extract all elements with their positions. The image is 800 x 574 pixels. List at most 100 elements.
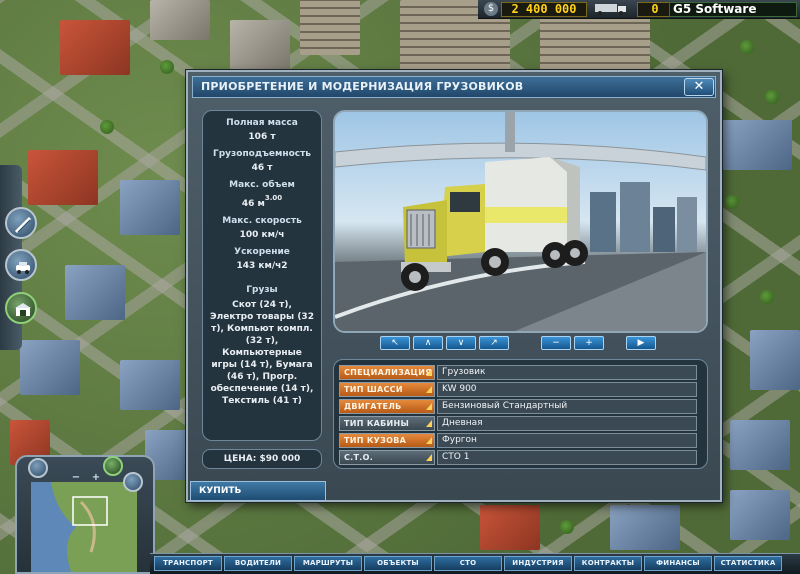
option-row-cabin[interactable]: ТИП КАБИНЫ Дневная	[339, 416, 697, 431]
dialog-title: ПРИОБРЕТЕНИЕ И МОДЕРНИЗАЦИЯ ГРУЗОВИКОВ	[192, 76, 716, 98]
tree	[765, 90, 779, 104]
truck-specs-panel: Полная масса 106 т Грузоподъемность 46 т…	[202, 110, 322, 441]
tree	[725, 195, 739, 209]
option-key-body[interactable]: ТИП КУЗОВА	[339, 433, 435, 448]
menu-contracts[interactable]: КОНТРАКТЫ	[574, 556, 642, 571]
minimap-filter-button[interactable]	[103, 456, 123, 476]
vehicle-tool-button[interactable]	[5, 249, 37, 281]
truck-preview-viewport[interactable]	[333, 110, 708, 333]
minimap-mode-button[interactable]	[28, 458, 48, 478]
menu-industry[interactable]: ИНДУСТРИЯ	[504, 556, 572, 571]
option-row-specialization[interactable]: СПЕЦИАЛИЗАЦИЯ Грузовик	[339, 365, 697, 380]
depot-tool-button[interactable]	[5, 292, 37, 324]
bottom-menu-bar: ТРАНСПОРТ ВОДИТЕЛИ МАРШРУТЫ ОБЪЕКТЫ СТО …	[150, 553, 800, 574]
truck-purchase-dialog: ПРИОБРЕТЕНИЕ И МОДЕРНИЗАЦИЯ ГРУЗОВИКОВ ✕…	[186, 70, 722, 502]
spec-value-gross-weight: 106 т	[248, 132, 276, 142]
money-counter: 2 400 000	[501, 2, 587, 17]
tilt-down-button[interactable]: ∨	[446, 336, 476, 350]
menu-drivers[interactable]: ВОДИТЕЛИ	[224, 556, 292, 571]
corner-arrow-icon	[426, 437, 432, 444]
car-icon	[16, 262, 30, 274]
spec-value-acceleration: 143 км/ч2	[236, 261, 288, 271]
house	[120, 360, 180, 410]
house	[28, 150, 98, 205]
building	[300, 0, 360, 55]
spec-label-max-volume: Макс. объем	[229, 180, 295, 190]
option-value-service: СТО 1	[437, 450, 697, 465]
camera-controls: ↖ ∧ ∨ ↗	[380, 336, 512, 350]
truck-icon	[595, 4, 626, 15]
cargo-list: Скот (24 т), Электро товары (32 т), Комп…	[210, 300, 314, 406]
company-name: G5 Software	[669, 2, 797, 17]
rotate-up-left-button[interactable]: ↖	[380, 336, 410, 350]
road-tool-button[interactable]	[5, 207, 37, 239]
option-value-specialization: Грузовик	[437, 365, 697, 380]
spec-value-max-volume: 46 м3.00	[241, 194, 283, 209]
next-controls: ▶	[626, 336, 659, 350]
tree	[560, 520, 574, 534]
rotate-up-right-button[interactable]: ↗	[479, 336, 509, 350]
volume-superscript: 3.00	[264, 194, 283, 202]
option-value-engine: Бензиновый Стандартный	[437, 399, 697, 414]
zoom-in-button[interactable]: +	[574, 336, 604, 350]
corner-arrow-icon	[426, 386, 432, 393]
house	[610, 505, 680, 550]
option-key-service[interactable]: С.Т.О.	[339, 450, 435, 465]
tree	[160, 60, 174, 74]
menu-transport[interactable]: ТРАНСПОРТ	[154, 556, 222, 571]
spec-value-payload: 46 т	[251, 163, 273, 173]
option-row-chassis[interactable]: ТИП ШАССИ KW 900	[339, 382, 697, 397]
house	[750, 330, 800, 390]
next-truck-button[interactable]: ▶	[626, 336, 656, 350]
option-value-body: Фургон	[437, 433, 697, 448]
spec-value-max-speed: 100 км/ч	[239, 230, 285, 240]
spec-label-acceleration: Ускорение	[234, 247, 290, 257]
minimap-toggle-button[interactable]	[123, 472, 143, 492]
spec-label-gross-weight: Полная масса	[226, 118, 298, 128]
house	[150, 0, 210, 40]
house	[480, 505, 540, 550]
minimap[interactable]	[31, 482, 137, 572]
building	[540, 15, 650, 70]
spec-label-max-speed: Макс. скорость	[222, 216, 302, 226]
dollar-icon: $	[484, 2, 498, 16]
spec-label-payload: Грузоподъемность	[213, 149, 311, 159]
menu-routes[interactable]: МАРШРУТЫ	[294, 556, 362, 571]
minimap-zoom-in-button[interactable]: +	[88, 472, 104, 484]
configuration-options: СПЕЦИАЛИЗАЦИЯ Грузовик ТИП ШАССИ KW 900 …	[333, 359, 708, 469]
tilt-up-button[interactable]: ∧	[413, 336, 443, 350]
option-key-specialization[interactable]: СПЕЦИАЛИЗАЦИЯ	[339, 365, 435, 380]
tree	[740, 40, 754, 54]
house	[722, 120, 792, 170]
zoom-controls: − +	[541, 336, 607, 350]
option-row-engine[interactable]: ДВИГАТЕЛЬ Бензиновый Стандартный	[339, 399, 697, 414]
top-status-bar: $ 2 400 000 0 © G5 Software	[478, 0, 800, 19]
menu-finances[interactable]: ФИНАНСЫ	[644, 556, 712, 571]
menu-service[interactable]: СТО	[434, 556, 502, 571]
road-icon	[14, 216, 32, 234]
house	[65, 265, 125, 320]
option-key-engine[interactable]: ДВИГАТЕЛЬ	[339, 399, 435, 414]
house	[120, 180, 180, 235]
menu-statistics[interactable]: СТАТИСТИКА	[714, 556, 782, 571]
option-row-body[interactable]: ТИП КУЗОВА Фургон	[339, 433, 697, 448]
corner-arrow-icon	[426, 454, 432, 461]
option-row-service[interactable]: С.Т.О. СТО 1	[339, 450, 697, 465]
corner-arrow-icon	[426, 403, 432, 410]
truck-counter: 0	[637, 2, 673, 17]
house	[20, 340, 80, 395]
close-button[interactable]: ✕	[684, 78, 714, 96]
buy-button[interactable]: КУПИТЬ	[190, 481, 326, 501]
tree	[760, 290, 774, 304]
house	[230, 20, 290, 70]
corner-arrow-icon	[426, 420, 432, 427]
minimap-zoom-out-button[interactable]: −	[68, 472, 84, 484]
minimap-terrain	[51, 482, 137, 572]
price-display: ЦЕНА: $90 000	[202, 449, 322, 469]
option-key-chassis[interactable]: ТИП ШАССИ	[339, 382, 435, 397]
corner-arrow-icon	[426, 369, 432, 376]
menu-objects[interactable]: ОБЪЕКТЫ	[364, 556, 432, 571]
house	[730, 420, 790, 470]
option-key-cabin[interactable]: ТИП КАБИНЫ	[339, 416, 435, 431]
zoom-out-button[interactable]: −	[541, 336, 571, 350]
